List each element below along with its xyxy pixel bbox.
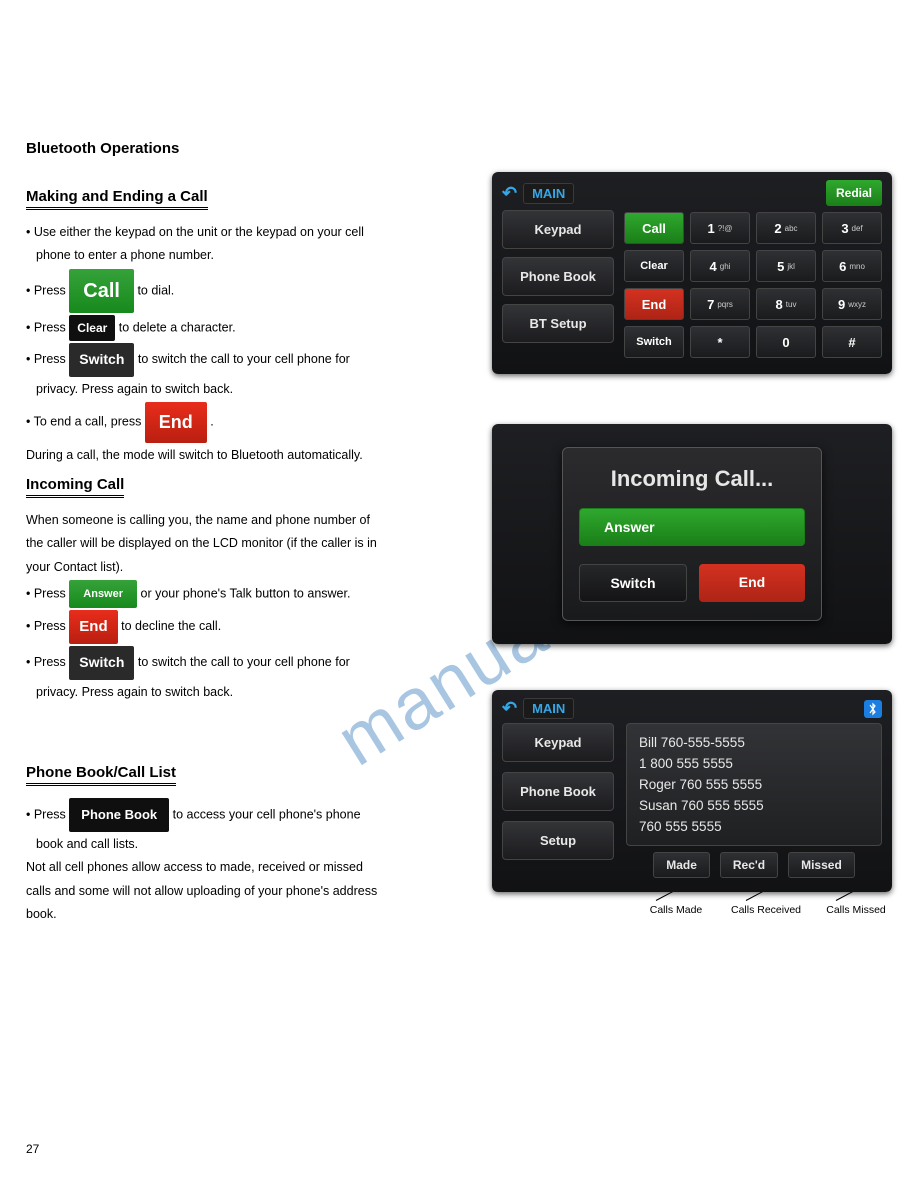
back-icon[interactable]: ↶: [502, 698, 517, 719]
key-7[interactable]: 7pqrs: [690, 288, 750, 320]
switch-button[interactable]: Switch: [579, 564, 687, 602]
key-1[interactable]: 1?!@: [690, 212, 750, 244]
incoming-title: Incoming Call...: [579, 466, 805, 492]
sidebar-phone-book[interactable]: Phone Book: [502, 257, 614, 296]
tab-made[interactable]: Made: [653, 852, 710, 878]
keypad-screenshot: ↶ MAIN Redial Keypad Phone Book BT Setup C…: [492, 172, 892, 374]
phonebook-entry[interactable]: Susan 760 555 5555: [639, 795, 869, 816]
key-9[interactable]: 9wxyz: [822, 288, 882, 320]
sidebar-phone-book[interactable]: Phone Book: [502, 772, 614, 811]
phonebook-entry[interactable]: Bill 760-555-5555: [639, 732, 869, 753]
key-6[interactable]: 6mno: [822, 250, 882, 282]
incoming-panel: Incoming Call... Answer Switch End: [562, 447, 822, 621]
sidebar-keypad[interactable]: Keypad: [502, 210, 614, 249]
page-title: Bluetooth Operations: [26, 140, 179, 157]
key-8[interactable]: 8tuv: [756, 288, 816, 320]
sidebar-setup[interactable]: Setup: [502, 821, 614, 860]
page-number: 27: [26, 1142, 39, 1156]
main-button[interactable]: MAIN: [523, 183, 574, 204]
tab-recd[interactable]: Rec'd: [720, 852, 778, 878]
key-clear[interactable]: Clear: [624, 250, 684, 282]
end-button-inline: End: [145, 402, 207, 443]
clear-button-inline: Clear: [69, 315, 115, 341]
phonebook-body: • Press Phone Book to access your cell p…: [26, 798, 466, 925]
incoming-call-body: When someone is calling you, the name an…: [26, 510, 466, 703]
phonebook-entry[interactable]: Roger 760 555 5555: [639, 774, 869, 795]
key-#[interactable]: #: [822, 326, 882, 358]
key-2[interactable]: 2abc: [756, 212, 816, 244]
phonebook-entry[interactable]: 760 555 5555: [639, 816, 869, 837]
key-0[interactable]: 0: [756, 326, 816, 358]
making-call-body: • Use either the keypad on the unit or t…: [26, 222, 466, 466]
key-3[interactable]: 3def: [822, 212, 882, 244]
tab-missed[interactable]: Missed: [788, 852, 855, 878]
sidebar-bt-setup[interactable]: BT Setup: [502, 304, 614, 343]
phonebook-entry[interactable]: 1 800 555 5555: [639, 753, 869, 774]
sidebar-keypad[interactable]: Keypad: [502, 723, 614, 762]
call-labels: Calls Made Calls Received Calls Missed: [492, 900, 892, 916]
call-button-inline: Call: [69, 269, 134, 313]
making-call-header: Making and Ending a Call: [26, 188, 208, 210]
switch-button-inline: Switch: [69, 343, 134, 377]
switch-button-inline-2: Switch: [69, 646, 134, 680]
answer-button[interactable]: Answer: [579, 508, 805, 546]
key-4[interactable]: 4ghi: [690, 250, 750, 282]
answer-button-inline: Answer: [69, 580, 137, 609]
redial-button[interactable]: Redial: [826, 180, 882, 206]
phonebook-screenshot: ↶ MAIN Keypad Phone Book Setup Bill 760-55…: [492, 690, 892, 892]
incoming-screenshot: Incoming Call... Answer Switch End: [492, 424, 892, 644]
key-*[interactable]: *: [690, 326, 750, 358]
back-icon[interactable]: ↶: [502, 183, 517, 204]
key-5[interactable]: 5jkl: [756, 250, 816, 282]
end-button-inline-2: End: [69, 610, 117, 644]
key-end[interactable]: End: [624, 288, 684, 320]
key-call[interactable]: Call: [624, 212, 684, 244]
end-button[interactable]: End: [699, 564, 805, 602]
phonebook-button-inline: Phone Book: [69, 798, 169, 832]
incoming-call-header: Incoming Call: [26, 476, 124, 498]
phonebook-header: Phone Book/Call List: [26, 764, 176, 786]
main-button[interactable]: MAIN: [523, 698, 574, 719]
key-switch[interactable]: Switch: [624, 326, 684, 358]
bluetooth-icon: [864, 700, 882, 718]
